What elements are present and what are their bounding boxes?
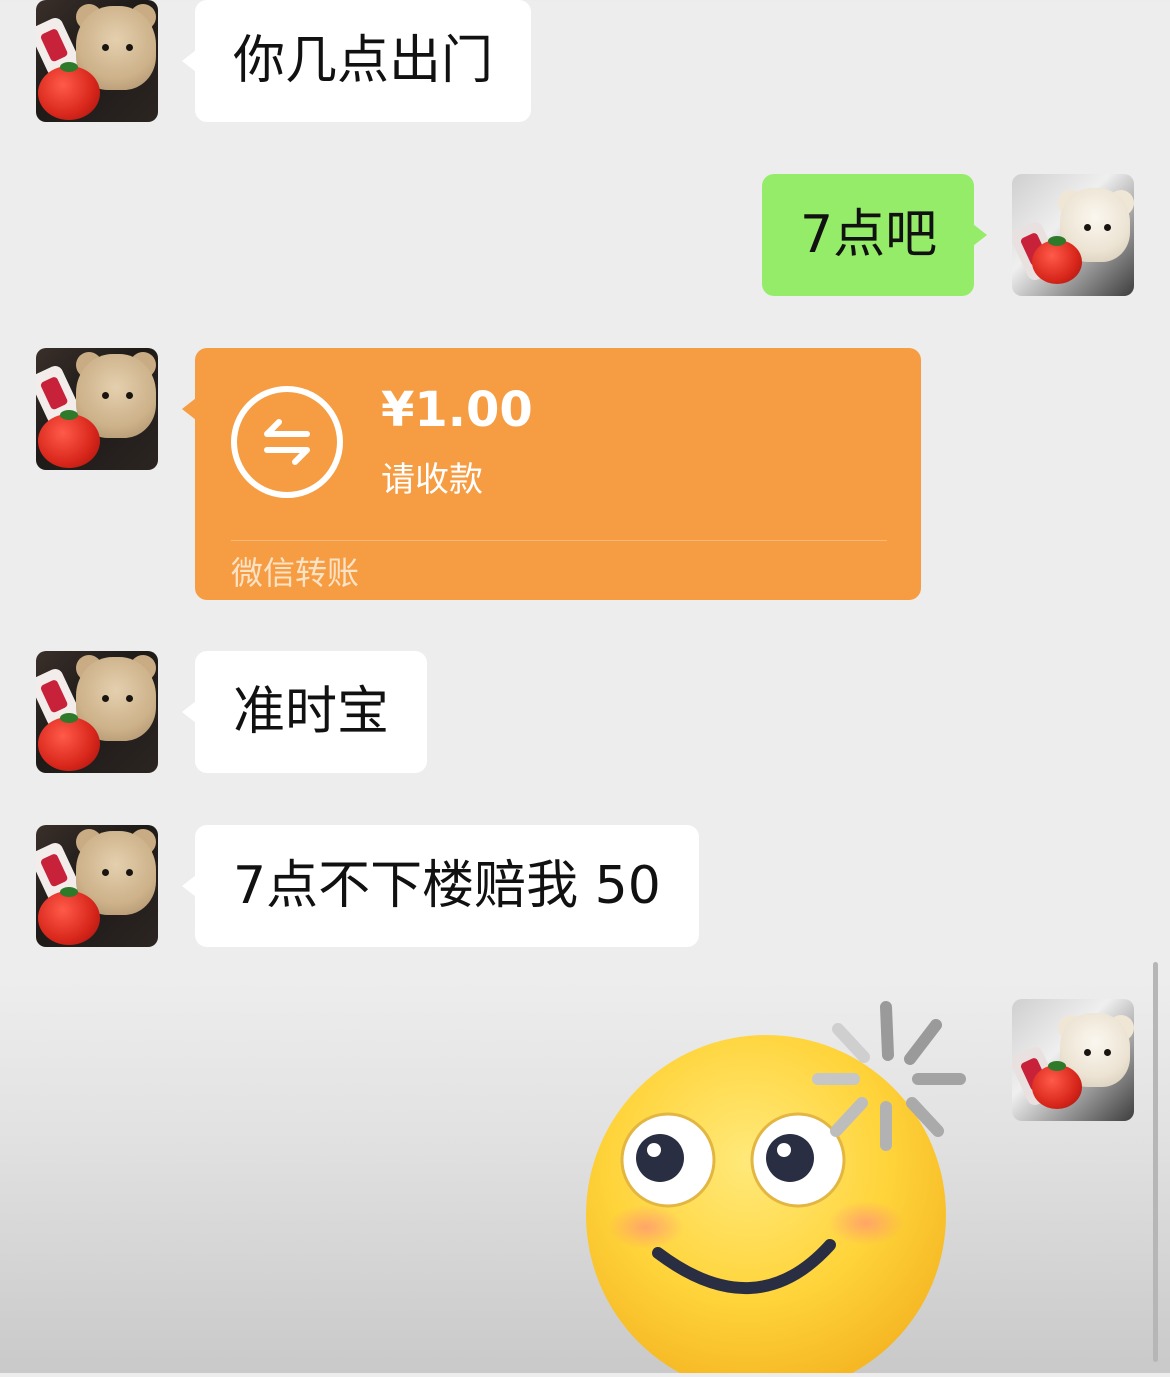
avatar-self[interactable] — [1012, 174, 1134, 296]
transfer-note: 请收款 — [381, 460, 483, 500]
message-bubble[interactable]: 你几点出门 — [181, 0, 532, 122]
avatar-contact[interactable] — [36, 825, 158, 947]
avatar-contact[interactable] — [36, 0, 158, 122]
transfer-footer: 微信转账 — [231, 554, 360, 592]
transfer-arrows-icon — [231, 386, 343, 498]
scrollbar[interactable] — [1153, 962, 1158, 1362]
divider — [231, 540, 887, 541]
smiley-sticker-icon[interactable] — [586, 995, 970, 1377]
avatar-contact[interactable] — [36, 651, 158, 773]
transfer-amount: ¥1.00 — [381, 382, 533, 438]
message-bubble[interactable]: 准时宝 — [181, 651, 428, 773]
transfer-card[interactable]: ¥1.00 请收款 微信转账 — [182, 348, 921, 600]
message-bubble-own[interactable]: 7点吧 — [762, 174, 987, 296]
avatar-contact[interactable] — [36, 348, 158, 470]
message-bubble[interactable]: 7点不下楼赔我 50 — [182, 825, 699, 947]
avatar-self[interactable] — [1012, 999, 1134, 1121]
